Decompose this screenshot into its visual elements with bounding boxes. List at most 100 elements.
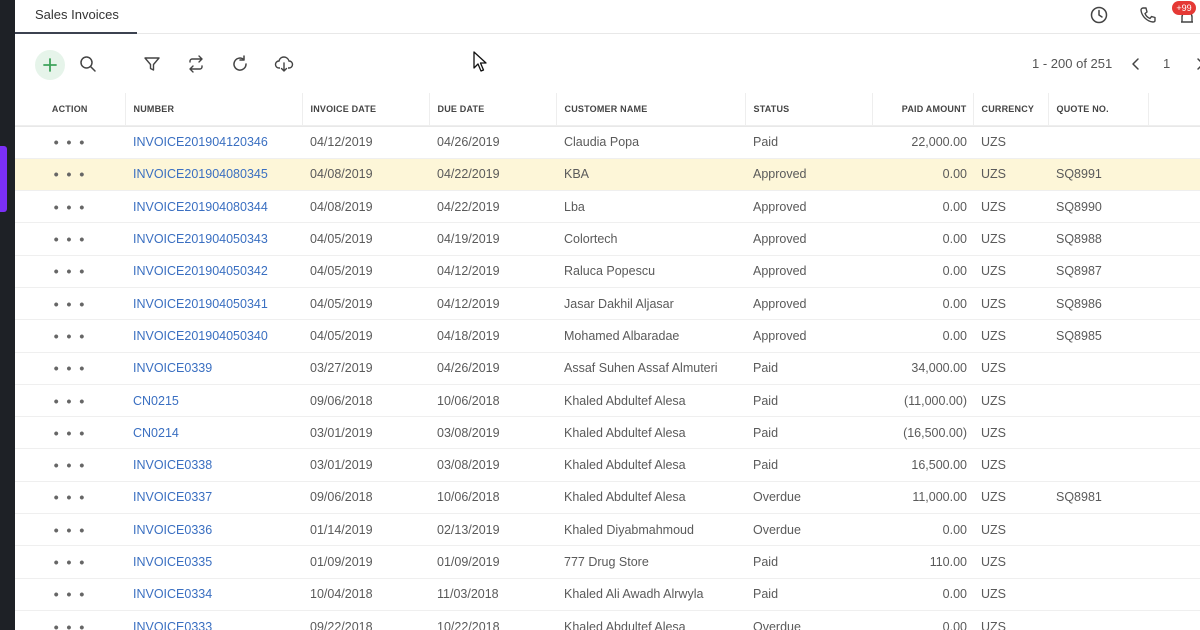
invoice-number-link[interactable]: INVOICE0336 <box>133 523 212 537</box>
row-actions-menu[interactable]: • • • <box>15 287 125 321</box>
column-header-customer-name[interactable]: CUSTOMER NAME <box>556 93 746 127</box>
chevron-left-icon[interactable] <box>1127 55 1145 73</box>
table-row[interactable]: • • • CN0215 09/06/2018 10/06/2018 Khaled Ab… <box>15 384 1200 418</box>
paid-amount-cell: 0.00 <box>872 255 973 288</box>
download-button[interactable] <box>272 52 296 76</box>
chevron-right-icon[interactable] <box>1191 55 1200 73</box>
column-header-status[interactable]: STATUS <box>745 93 873 127</box>
table-row[interactable]: • • • INVOICE0335 01/09/2019 01/09/2019 777 … <box>15 545 1200 579</box>
row-actions-menu[interactable]: • • • <box>15 126 125 159</box>
table-row[interactable]: • • • INVOICE0338 03/01/2019 03/08/2019 Khal… <box>15 448 1200 482</box>
more-options-icon[interactable]: • • • <box>54 360 86 376</box>
clock-icon[interactable] <box>1087 3 1111 27</box>
table-row[interactable]: • • • INVOICE201904050341 04/05/2019 04/12/… <box>15 287 1200 321</box>
invoice-number-link[interactable]: INVOICE0333 <box>133 620 212 630</box>
tab-sales-invoices[interactable]: Sales Invoices <box>15 0 137 34</box>
refresh-button[interactable] <box>228 52 252 76</box>
invoice-number-link[interactable]: INVOICE0339 <box>133 361 212 375</box>
invoice-number-link[interactable]: INVOICE201904050341 <box>133 297 268 311</box>
invoice-number-link[interactable]: INVOICE201904080344 <box>133 200 268 214</box>
invoice-number-link[interactable]: INVOICE201904050342 <box>133 264 268 278</box>
row-actions-menu[interactable]: • • • <box>15 416 125 450</box>
table-row[interactable]: • • • INVOICE201904080344 04/08/2019 04/22/… <box>15 190 1200 224</box>
row-actions-menu[interactable]: • • • <box>15 481 125 515</box>
quote-number-cell <box>1048 578 1148 611</box>
due-date-cell: 10/06/2018 <box>429 384 556 418</box>
quote-number-cell <box>1048 610 1148 630</box>
status-cell: Approved <box>745 287 872 321</box>
more-options-icon[interactable]: • • • <box>54 619 86 630</box>
column-header-paid-amount[interactable]: PAID AMOUNT <box>872 93 974 127</box>
column-header-invoice-date[interactable]: INVOICE DATE <box>302 93 430 127</box>
customer-name-cell: Khaled Abdultef Alesa <box>556 610 745 630</box>
table-row[interactable]: • • • INVOICE201904050342 04/05/2019 04/12/… <box>15 255 1200 288</box>
invoices-table-container[interactable]: ACTION NUMBER INVOICE DATE DUE DATE CUST… <box>15 93 1200 630</box>
table-row[interactable]: • • • CN0214 03/01/2019 03/08/2019 Khaled Ab… <box>15 416 1200 450</box>
more-options-icon[interactable]: • • • <box>54 328 86 344</box>
more-options-icon[interactable]: • • • <box>54 489 86 505</box>
row-actions-menu[interactable]: • • • <box>15 610 125 630</box>
phone-icon[interactable] <box>1136 3 1160 27</box>
more-options-icon[interactable]: • • • <box>54 296 86 312</box>
filter-button[interactable] <box>140 52 164 76</box>
table-row[interactable]: • • • INVOICE201904120346 04/12/2019 04/26/… <box>15 126 1200 159</box>
transfer-button[interactable] <box>184 52 208 76</box>
more-options-icon[interactable]: • • • <box>54 393 86 409</box>
invoice-number-link[interactable]: INVOICE201904050343 <box>133 232 268 246</box>
invoice-number-link[interactable]: INVOICE0338 <box>133 458 212 472</box>
paid-amount-cell: (16,500.00) <box>872 416 973 450</box>
table-row[interactable]: • • • INVOICE0336 01/14/2019 02/13/2019 Khal… <box>15 513 1200 547</box>
table-row[interactable]: • • • INVOICE0339 03/27/2019 04/26/2019 Assa… <box>15 352 1200 385</box>
add-button[interactable] <box>35 50 65 80</box>
more-options-icon[interactable]: • • • <box>54 263 86 279</box>
column-header-currency[interactable]: CURRENCY <box>973 93 1049 127</box>
column-header-due-date[interactable]: DUE DATE <box>429 93 557 127</box>
invoice-number-cell: INVOICE201904050340 <box>125 319 302 353</box>
row-spacer <box>1148 578 1200 611</box>
more-options-icon[interactable]: • • • <box>54 522 86 538</box>
more-options-icon[interactable]: • • • <box>54 586 86 602</box>
more-options-icon[interactable]: • • • <box>54 134 86 150</box>
invoice-number-link[interactable]: INVOICE0337 <box>133 490 212 504</box>
invoice-number-link[interactable]: INVOICE201904080345 <box>133 167 268 181</box>
row-actions-menu[interactable]: • • • <box>15 448 125 482</box>
row-actions-menu[interactable]: • • • <box>15 513 125 547</box>
invoice-number-link[interactable]: INVOICE201904050340 <box>133 329 268 343</box>
row-actions-menu[interactable]: • • • <box>15 190 125 224</box>
table-row[interactable]: • • • INVOICE201904050343 04/05/2019 04/19/… <box>15 222 1200 256</box>
more-options-icon[interactable]: • • • <box>54 425 86 441</box>
row-actions-menu[interactable]: • • • <box>15 352 125 385</box>
column-header-action[interactable]: ACTION <box>15 93 126 127</box>
more-options-icon[interactable]: • • • <box>54 457 86 473</box>
invoice-number-link[interactable]: CN0214 <box>133 426 179 440</box>
invoice-number-link[interactable]: INVOICE0334 <box>133 587 212 601</box>
invoice-number-link[interactable]: CN0215 <box>133 394 179 408</box>
table-row[interactable]: • • • INVOICE0333 09/22/2018 10/22/2018 Khal… <box>15 610 1200 630</box>
more-options-icon[interactable]: • • • <box>54 554 86 570</box>
more-options-icon[interactable]: • • • <box>54 231 86 247</box>
invoice-number-link[interactable]: INVOICE0335 <box>133 555 212 569</box>
status-cell: Overdue <box>745 610 872 630</box>
due-date-cell: 04/18/2019 <box>429 319 556 353</box>
row-actions-menu[interactable]: • • • <box>15 545 125 579</box>
column-header-number[interactable]: NUMBER <box>125 93 303 127</box>
currency-cell: UZS <box>973 578 1048 611</box>
column-header-quote-no[interactable]: QUOTE NO. <box>1048 93 1149 127</box>
row-actions-menu[interactable]: • • • <box>15 222 125 256</box>
table-row[interactable]: • • • INVOICE0337 09/06/2018 10/06/2018 Khal… <box>15 481 1200 515</box>
invoice-number-cell: INVOICE0337 <box>125 481 302 515</box>
table-row[interactable]: • • • INVOICE201904080345 04/08/2019 04/22/… <box>15 158 1200 192</box>
row-actions-menu[interactable]: • • • <box>15 158 125 192</box>
more-options-icon[interactable]: • • • <box>54 166 86 182</box>
invoice-number-link[interactable]: INVOICE201904120346 <box>133 135 268 149</box>
row-actions-menu[interactable]: • • • <box>15 319 125 353</box>
search-button[interactable] <box>76 52 100 76</box>
row-actions-menu[interactable]: • • • <box>15 255 125 288</box>
table-row[interactable]: • • • INVOICE0334 10/04/2018 11/03/2018 Khal… <box>15 578 1200 611</box>
column-header-spacer <box>1148 93 1200 127</box>
row-actions-menu[interactable]: • • • <box>15 384 125 418</box>
table-row[interactable]: • • • INVOICE201904050340 04/05/2019 04/18/… <box>15 319 1200 353</box>
row-actions-menu[interactable]: • • • <box>15 578 125 611</box>
pagination-current-page[interactable]: 1 <box>1163 56 1170 71</box>
more-options-icon[interactable]: • • • <box>54 199 86 215</box>
